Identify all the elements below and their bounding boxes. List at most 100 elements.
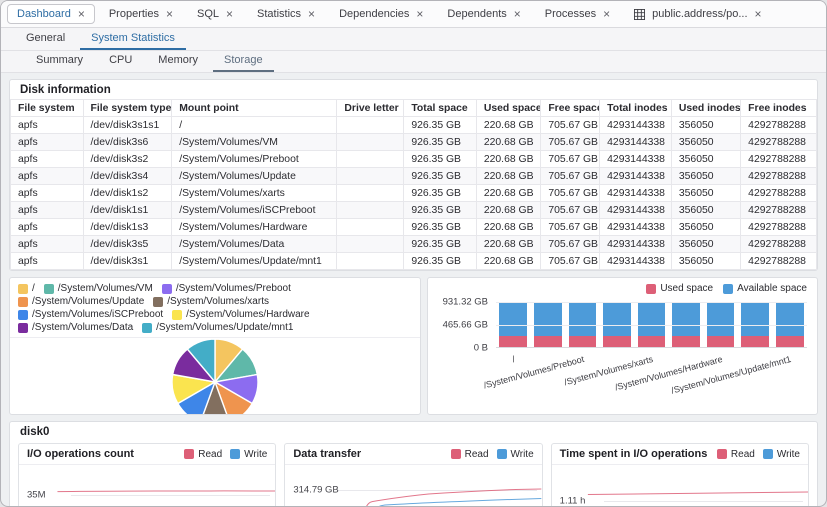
pie-legend-item: /: [18, 283, 35, 294]
cell: 4292788288: [741, 202, 817, 219]
legend-label: Write: [511, 449, 534, 460]
cell: apfs: [11, 117, 84, 134]
tab-processes[interactable]: Processes×: [535, 4, 620, 24]
pie-legend: //System/Volumes/VM/System/Volumes/Prebo…: [10, 278, 420, 338]
io-panel-legend: Read Write: [184, 449, 267, 460]
tab-statistics[interactable]: Statistics ×: [247, 4, 325, 24]
tab-dependencies[interactable]: Dependencies×: [329, 4, 433, 24]
pie-legend-item: /System/Volumes/xarts: [153, 296, 269, 307]
legend-label: /System/Volumes/Update/mnt1: [156, 322, 293, 333]
close-icon[interactable]: ×: [603, 8, 610, 20]
io-panel-title: Time spent in I/O operations: [560, 448, 708, 460]
cell: 4292788288: [741, 219, 817, 236]
legend-label: /System/Volumes/xarts: [167, 296, 269, 307]
legend-swatch: [18, 284, 28, 294]
used-space-segment: [534, 336, 562, 347]
cell: /System/Volumes/xarts: [172, 185, 337, 202]
disk-information-title: Disk information: [10, 80, 817, 99]
cell: 220.68 GB: [476, 202, 540, 219]
sub-tab-summary[interactable]: Summary: [25, 51, 94, 72]
tab-label: Statistics: [257, 8, 301, 20]
available-space-segment: [707, 302, 735, 336]
tab-label: public.address/po...: [652, 8, 747, 20]
close-icon[interactable]: ×: [308, 8, 315, 20]
column-header-drive-letter: Drive letter: [337, 100, 404, 117]
close-icon[interactable]: ×: [166, 8, 173, 20]
system-statistics-sub-tabs: SummaryCPUMemoryStorage: [1, 51, 826, 73]
cell: /dev/disk1s2: [83, 185, 172, 202]
cell: 4292788288: [741, 185, 817, 202]
cell: 926.35 GB: [404, 151, 477, 168]
table-row: apfs/dev/disk1s2/System/Volumes/xarts926…: [11, 185, 817, 202]
cell: apfs: [11, 185, 84, 202]
read-line: [306, 489, 542, 507]
x-tick-label: /System/Volumes/Update/mnt1: [670, 354, 792, 396]
cell: 4293144338: [600, 202, 672, 219]
legend-label: /System/Volumes/iSCPreboot: [32, 309, 163, 320]
cell: 926.35 GB: [404, 117, 477, 134]
table-row: apfs/dev/disk1s3/System/Volumes/Hardware…: [11, 219, 817, 236]
close-icon[interactable]: ×: [226, 8, 233, 20]
pie-chart: [11, 338, 419, 414]
cell: 926.35 GB: [404, 253, 477, 270]
disk-information-table: File systemFile system typeMount pointDr…: [10, 99, 817, 270]
sub-tab-cpu[interactable]: CPU: [98, 51, 143, 72]
tab-properties[interactable]: Properties×: [99, 4, 183, 24]
nav-tab-system-statistics[interactable]: System Statistics: [80, 29, 186, 50]
sub-tab-memory[interactable]: Memory: [147, 51, 209, 72]
cell: 220.68 GB: [476, 236, 540, 253]
cell: /dev/disk3s2: [83, 151, 172, 168]
cell: /System/Volumes/Hardware: [172, 219, 337, 236]
table-row: apfs/dev/disk3s4/System/Volumes/Update92…: [11, 168, 817, 185]
cell: 705.67 GB: [541, 151, 600, 168]
cell: apfs: [11, 253, 84, 270]
nav-tab-general[interactable]: General: [15, 29, 76, 50]
sub-tab-storage[interactable]: Storage: [213, 51, 274, 72]
used-space-pie-panel: //System/Volumes/VM/System/Volumes/Prebo…: [9, 277, 421, 415]
io-chart-area: 35M30M: [19, 465, 275, 507]
tab-sql[interactable]: SQL×: [187, 4, 243, 24]
cell: 705.67 GB: [541, 134, 600, 151]
read-line: [57, 491, 275, 492]
cell: 4293144338: [600, 219, 672, 236]
legend-swatch: [44, 284, 54, 294]
table-row: apfs/dev/disk3s2/System/Volumes/Preboot9…: [11, 151, 817, 168]
cell: apfs: [11, 219, 84, 236]
column-header-total-inodes: Total inodes: [600, 100, 672, 117]
pie-legend-item: /System/Volumes/Update: [18, 296, 144, 307]
used-space-segment: [603, 336, 631, 347]
cell: 356050: [671, 134, 740, 151]
dashboard-nav-tabs: GeneralSystem Statistics: [1, 28, 826, 51]
available-space-segment: [672, 302, 700, 336]
close-icon[interactable]: ×: [755, 8, 762, 20]
cell: /System/Volumes/iSCPreboot: [172, 202, 337, 219]
cell: 4292788288: [741, 117, 817, 134]
tab-dashboard[interactable]: Dashboard×: [7, 4, 95, 24]
close-icon[interactable]: ×: [416, 8, 423, 20]
cell: [337, 168, 404, 185]
column-header-free-space: Free space: [541, 100, 600, 117]
close-icon[interactable]: ×: [78, 8, 85, 20]
read-legend-item: Read: [184, 449, 222, 460]
available-space-segment: [741, 302, 769, 336]
cell: [337, 134, 404, 151]
write-legend-item: Write: [497, 449, 534, 460]
available-space-segment: [534, 302, 562, 336]
io-chart-area: 1.11 h: [552, 465, 808, 507]
close-icon[interactable]: ×: [514, 8, 521, 20]
legend-label: /System/Volumes/Data: [32, 322, 133, 333]
cell: /dev/disk3s1s1: [83, 117, 172, 134]
cell: apfs: [11, 151, 84, 168]
tab-dependents[interactable]: Dependents×: [437, 4, 530, 24]
io-panel-title: I/O operations count: [27, 448, 134, 460]
bar-chart-legend: Used spaceAvailable space: [438, 283, 807, 302]
cell: 705.67 GB: [541, 117, 600, 134]
storage-charts-row: //System/Volumes/VM/System/Volumes/Prebo…: [9, 277, 818, 415]
cell: /System/Volumes/Data: [172, 236, 337, 253]
legend-label: /System/Volumes/VM: [58, 283, 153, 294]
tab-public-address-po[interactable]: public.address/po... ×: [624, 4, 771, 24]
legend-label: Write: [244, 449, 267, 460]
table-row: apfs/dev/disk3s1s1/926.35 GB220.68 GB705…: [11, 117, 817, 134]
write-line: [370, 499, 542, 507]
legend-swatch: [451, 449, 461, 459]
